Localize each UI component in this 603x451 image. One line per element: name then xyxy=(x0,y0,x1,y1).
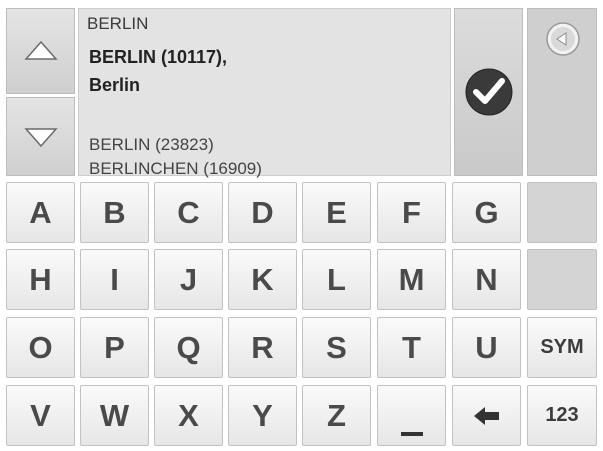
key-n[interactable]: N xyxy=(452,249,521,310)
back-arrow-icon[interactable] xyxy=(545,21,581,57)
confirm-button[interactable] xyxy=(454,8,523,176)
numbers-button[interactable]: 123 xyxy=(527,385,597,446)
selected-result-line1[interactable]: BERLIN (10117), xyxy=(89,47,227,68)
triangle-down-icon xyxy=(23,127,58,147)
blank-key xyxy=(527,249,597,310)
key-b[interactable]: B xyxy=(80,182,149,243)
key-j[interactable]: J xyxy=(154,249,223,310)
scroll-up-button[interactable] xyxy=(6,8,75,94)
key-l[interactable]: L xyxy=(302,249,371,310)
key-t[interactable]: T xyxy=(377,317,446,378)
key-d[interactable]: D xyxy=(228,182,297,243)
key-m[interactable]: M xyxy=(377,249,446,310)
key-y[interactable]: Y xyxy=(228,385,297,446)
key-a[interactable]: A xyxy=(6,182,75,243)
key-f[interactable]: F xyxy=(377,182,446,243)
key-x[interactable]: X xyxy=(154,385,223,446)
key-g[interactable]: G xyxy=(452,182,521,243)
key-h[interactable]: H xyxy=(6,249,75,310)
blank-key xyxy=(527,182,597,243)
key-k[interactable]: K xyxy=(228,249,297,310)
key-v[interactable]: V xyxy=(6,385,75,446)
address-entry-screen: BERLIN BERLIN (10117), Berlin BERLIN (23… xyxy=(0,0,603,451)
backspace-key[interactable] xyxy=(452,385,521,446)
key-u[interactable]: U xyxy=(452,317,521,378)
key-o[interactable]: O xyxy=(6,317,75,378)
key-s[interactable]: S xyxy=(302,317,371,378)
key-e[interactable]: E xyxy=(302,182,371,243)
scroll-down-button[interactable] xyxy=(6,97,75,176)
key-c[interactable]: C xyxy=(154,182,223,243)
search-input[interactable]: BERLIN xyxy=(87,14,148,34)
triangle-up-icon xyxy=(23,40,58,60)
key-p[interactable]: P xyxy=(80,317,149,378)
key-q[interactable]: Q xyxy=(154,317,223,378)
space-key[interactable] xyxy=(377,385,446,446)
key-i[interactable]: I xyxy=(80,249,149,310)
key-z[interactable]: Z xyxy=(302,385,371,446)
checkmark-icon xyxy=(465,68,512,116)
symbols-button[interactable]: SYM xyxy=(527,317,597,378)
list-item[interactable]: BERLINCHEN (16909) xyxy=(89,159,262,179)
list-item[interactable]: BERLIN (23823) xyxy=(89,135,214,155)
back-panel xyxy=(527,8,597,176)
left-arrow-icon xyxy=(473,406,499,425)
underscore-icon xyxy=(400,431,423,436)
key-r[interactable]: R xyxy=(228,317,297,378)
results-list: BERLIN BERLIN (10117), Berlin BERLIN (23… xyxy=(78,8,451,179)
key-w[interactable]: W xyxy=(80,385,149,446)
selected-result-line2[interactable]: Berlin xyxy=(89,75,140,96)
